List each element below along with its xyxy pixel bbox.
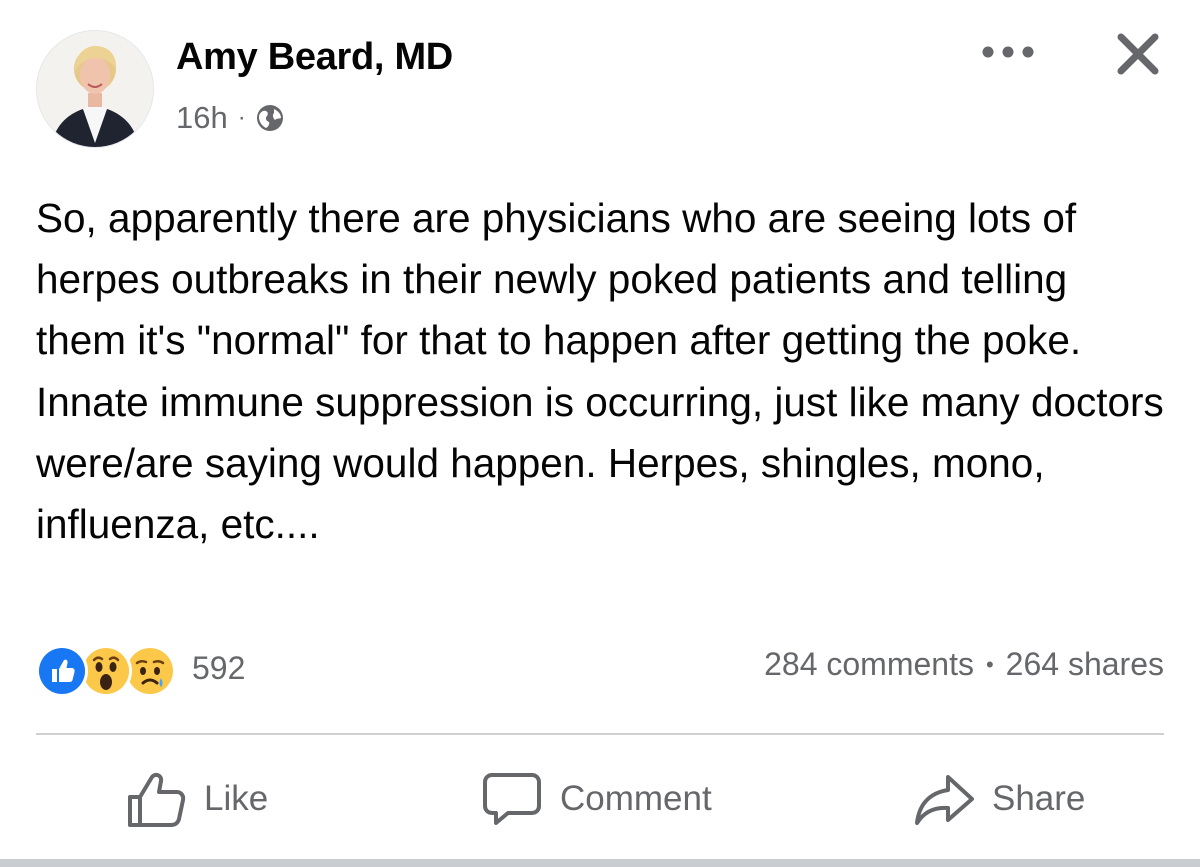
post-text: So, apparently there are physicians who …: [36, 195, 1164, 548]
shares-count[interactable]: 264 shares: [1006, 646, 1164, 683]
like-label: Like: [204, 779, 269, 818]
thumbs-up-icon: [128, 772, 186, 827]
share-arrow-icon: [915, 775, 974, 825]
more-options-button[interactable]: [968, 30, 1048, 74]
close-button[interactable]: [1108, 26, 1168, 82]
stats-separator: •: [985, 651, 994, 677]
reaction-icons: [36, 642, 178, 697]
share-label: Share: [992, 779, 1086, 818]
author-name[interactable]: Amy Beard, MD: [176, 36, 453, 79]
comment-button[interactable]: Comment: [480, 762, 712, 836]
divider: [36, 733, 1164, 735]
post-time[interactable]: 16h: [176, 100, 228, 136]
globe-icon[interactable]: [254, 102, 286, 134]
reaction-count: 592: [192, 649, 246, 686]
share-button[interactable]: Share: [912, 762, 1085, 836]
avatar[interactable]: [36, 30, 154, 148]
close-icon: [1117, 33, 1159, 75]
like-button[interactable]: Like: [124, 762, 268, 836]
engagement-stats: 284 comments • 264 shares: [764, 646, 1164, 683]
facebook-post: Amy Beard, MD 16h · So, apparently there…: [0, 0, 1200, 867]
bottom-separator: [0, 859, 1200, 867]
comment-bubble-icon: [483, 773, 541, 825]
like-reaction-icon: [36, 645, 88, 697]
post-meta: 16h ·: [176, 98, 286, 138]
more-options-icon: [982, 46, 1034, 58]
profile-photo: [37, 31, 153, 147]
comments-count[interactable]: 284 comments: [764, 646, 974, 683]
comment-label: Comment: [560, 779, 712, 818]
reactions-summary[interactable]: 592: [36, 640, 246, 697]
meta-separator: ·: [237, 104, 246, 131]
